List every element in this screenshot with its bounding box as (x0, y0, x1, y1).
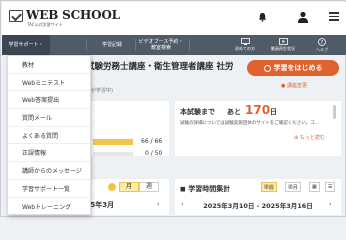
toggle-month[interactable]: 月 (119, 182, 139, 192)
nav-beginners[interactable]: 初めての方 (228, 36, 262, 54)
stats-week-label: 週 (268, 184, 274, 191)
stats-month-button[interactable]: ▥ 月 (285, 182, 301, 192)
exam-ato: あと (227, 108, 241, 116)
learning-support-dropdown: 教材 Webミニテスト Web答案提出 質問メール よくある質問 正誤情報 講師からのメッセ… (7, 55, 91, 215)
view-toggle: 月 週 (108, 182, 159, 192)
read-more-link[interactable]: ⊕ もっと読む (294, 134, 325, 141)
nav-divider (189, 39, 190, 51)
change-course-label: 講座変更 (286, 83, 307, 89)
progress-bar (93, 139, 133, 145)
exam-note: 試験の詳細については試験実施団体のサイトをご確認ください。コ... (180, 121, 320, 126)
read-more-label: もっと読む (299, 135, 325, 141)
nav-beginners-label: 初めての方 (235, 46, 255, 51)
study-time-title: ◼ 学習時間集計 (180, 185, 231, 193)
nav-divider (86, 39, 87, 51)
start-learning-button[interactable]: 学習をはじめる (247, 60, 339, 76)
dropdown-item[interactable]: 講師からのメッセージ (8, 162, 90, 180)
nav-item-label: 学習記録 (101, 42, 122, 48)
dot-icon (108, 183, 116, 191)
bar-chart-icon: ▦ (312, 184, 317, 190)
stats-week-button[interactable]: ▥ 週 (261, 182, 277, 192)
progress-value: 0 / 50 (145, 150, 163, 157)
nav-item-label: ビデオブース予約・ 教室検索 (138, 39, 184, 51)
nav-video-status-label: 動画再生状況 (271, 46, 295, 51)
dropdown-item[interactable]: 正誤情報 (8, 144, 90, 163)
bell-icon[interactable] (258, 12, 267, 22)
nav-help-label: ヘルプ (316, 47, 328, 52)
progress-value: 66 / 66 (141, 138, 163, 145)
nav-help[interactable]: ? ヘルプ (305, 36, 339, 54)
global-nav: 学習サポート・ 学習記録 ビデオブース予約・ 教室検索 初めての方 動画再生状況… (2, 35, 346, 55)
nav-item-label: 学習サポート・ (8, 42, 44, 48)
dropdown-item[interactable]: Webミニテスト (8, 74, 90, 92)
logo-text[interactable]: WEB SCHOOL (26, 8, 120, 22)
exam-days: 170 (245, 103, 271, 117)
dropdown-item[interactable]: Webトレーニング (8, 198, 90, 216)
course-title: 試験労務士講座・衛生管理者講座 社労 (86, 62, 234, 72)
scrollbar[interactable] (333, 105, 336, 119)
nav-item-video-booth[interactable]: ビデオブース予約・ 教室検索 (136, 35, 186, 55)
dropdown-item[interactable]: 質問メール (8, 109, 90, 127)
dropdown-item[interactable]: よくある質問 (8, 127, 90, 145)
dropdown-item[interactable]: Web答案提出 (8, 91, 90, 110)
study-time-card: ◼ 学習時間集計 ▥ 週 ▥ 月 ▦ ☰ ‹ 2025年3月10日 - 2025… (175, 179, 341, 215)
study-time-title-text: 学習時間集計 (188, 185, 231, 193)
exam-label: 本試験まで (180, 108, 215, 116)
nav-item-study-record[interactable]: 学習記録 (92, 35, 132, 55)
study-time-range: 2025年3月10日 - 2025年3月16日 (203, 202, 313, 210)
nav-item-learning-support[interactable]: 学習サポート・ (2, 35, 50, 55)
play-icon (263, 64, 271, 72)
nav-video-status[interactable]: 動画再生状況 (266, 36, 300, 54)
toggle-week[interactable]: 週 (139, 182, 159, 192)
menu-icon[interactable] (329, 12, 339, 21)
video-icon (278, 38, 288, 45)
next-range-button[interactable]: › (329, 200, 332, 208)
help-icon: ? (318, 38, 326, 46)
list-icon: ☰ (328, 184, 333, 190)
svg-text:?: ? (321, 40, 324, 46)
logo-icon (9, 10, 23, 22)
exam-unit: 日 (270, 108, 277, 116)
start-learning-label: 学習をはじめる (273, 64, 323, 72)
stats-chart-button[interactable]: ▦ (309, 182, 320, 192)
change-course-link[interactable]: ● 講座変更 (281, 82, 307, 89)
stats-table-button[interactable]: ☰ (325, 182, 336, 192)
dropdown-item[interactable]: 教材 (8, 56, 90, 74)
progress-bar-fill (93, 139, 133, 145)
monitor-icon (240, 38, 250, 45)
site-header: WEB SCHOOL TAC公式学習サイト (2, 2, 346, 35)
stats-month-label: 月 (292, 184, 298, 191)
logo-subtitle: TAC公式学習サイト (27, 22, 63, 27)
progress-bar (93, 152, 133, 156)
exam-countdown-card: 本試験まで あと 170 日 試験の詳細については試験実施団体のサイトをご確認く… (175, 101, 341, 156)
user-icon[interactable] (297, 11, 309, 23)
next-month-button[interactable]: › (157, 200, 160, 208)
app-frame: WEB SCHOOL TAC公式学習サイト 学習サポート・ 学習記録 ビデオブー… (0, 0, 346, 217)
dropdown-item[interactable]: 学習サポート一覧 (8, 180, 90, 198)
